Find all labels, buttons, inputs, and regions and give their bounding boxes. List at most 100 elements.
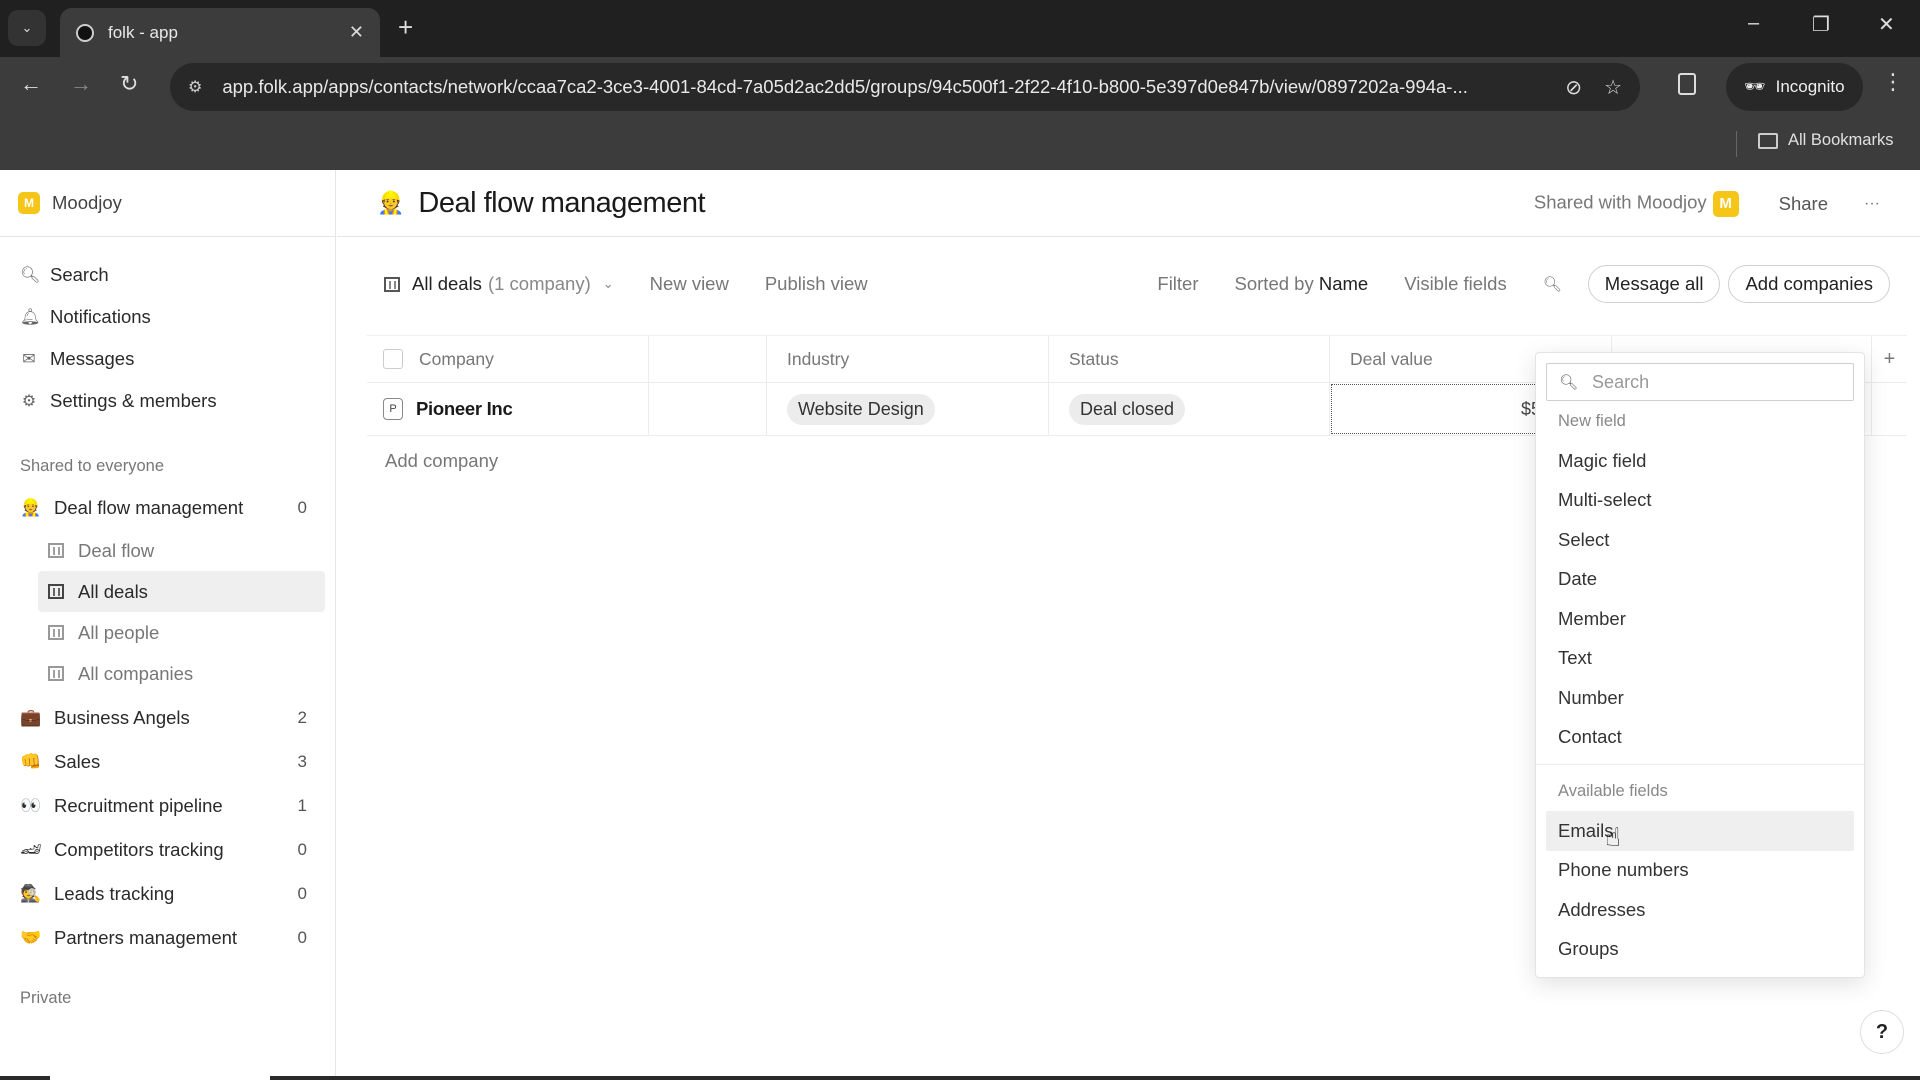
available-field-groups[interactable]: Groups: [1546, 930, 1854, 970]
shared-with-button[interactable]: Shared with Moodjoy M: [1533, 190, 1739, 217]
company-name[interactable]: Pioneer Inc: [416, 398, 513, 420]
group-count: 0: [297, 840, 307, 859]
group-partners-management[interactable]: 🤝 Partners management 0: [0, 916, 335, 960]
group-leads-tracking[interactable]: 🕵 Leads tracking 0: [0, 872, 335, 916]
field-search[interactable]: 🔍︎: [1546, 363, 1854, 401]
visible-fields-button[interactable]: Visible fields: [1404, 273, 1507, 295]
restore-icon[interactable]: ❐: [1812, 12, 1830, 37]
view-deal-flow[interactable]: Deal flow: [38, 530, 325, 571]
view-all-people[interactable]: All people: [38, 612, 325, 653]
new-view-button[interactable]: New view: [650, 273, 729, 295]
star-icon[interactable]: ☆: [1604, 75, 1622, 100]
help-button[interactable]: ?: [1860, 1010, 1904, 1054]
column-header-blank[interactable]: [649, 336, 767, 382]
blank-cell[interactable]: [649, 383, 767, 435]
workspace-switcher[interactable]: M Moodjoy: [0, 170, 335, 237]
shared-with-label: Shared with Moodjoy: [1533, 191, 1707, 212]
company-avatar: P: [383, 398, 403, 420]
share-button[interactable]: Share: [1779, 193, 1828, 215]
group-count: 1: [297, 796, 307, 815]
sidebar-item-label: Messages: [50, 348, 135, 369]
field-type-magic-field[interactable]: Magic field: [1546, 441, 1854, 481]
field-type-select[interactable]: Select: [1546, 520, 1854, 560]
browser-tab[interactable]: folk - app ✕: [60, 8, 380, 57]
eye-off-icon[interactable]: ⊘: [1565, 75, 1582, 100]
reload-icon[interactable]: ↻: [120, 71, 138, 97]
add-companies-button[interactable]: Add companies: [1728, 265, 1890, 303]
incognito-badge[interactable]: 🕶 Incognito: [1726, 63, 1863, 111]
view-all-deals[interactable]: All deals: [38, 571, 325, 612]
select-all-checkbox[interactable]: [383, 349, 403, 369]
search-icon[interactable]: 🔍︎: [1543, 275, 1562, 293]
all-bookmarks-button[interactable]: All Bookmarks: [1758, 131, 1893, 150]
address-bar[interactable]: ⚙ app.folk.app/apps/contacts/network/cca…: [170, 63, 1640, 111]
chevron-down-icon: ⌄: [602, 276, 614, 291]
chevron-down-icon: ⌄: [21, 20, 33, 35]
forward-icon[interactable]: →: [70, 71, 92, 97]
minimize-icon[interactable]: –: [1748, 12, 1759, 35]
field-type-member[interactable]: Member: [1546, 599, 1854, 639]
group-recruitment-pipeline[interactable]: 👀 Recruitment pipeline 1: [0, 784, 335, 828]
sidebar-item-notifications[interactable]: 🔔︎ Notifications: [0, 296, 335, 338]
group-competitors-tracking[interactable]: 🏎 Competitors tracking 0: [0, 828, 335, 872]
construction-worker-icon: 👷: [377, 190, 405, 215]
more-options-icon[interactable]: ···: [1864, 195, 1880, 213]
main-content: 👷 Deal flow management Shared with Moodj…: [337, 170, 1920, 1076]
add-company-button[interactable]: Add company: [385, 450, 498, 472]
sidebar-item-settings[interactable]: ⚙ Settings & members: [0, 380, 335, 422]
available-field-phone-numbers[interactable]: Phone numbers: [1546, 851, 1854, 891]
search-icon: 🔍︎: [1559, 374, 1579, 391]
field-type-number[interactable]: Number: [1546, 678, 1854, 718]
favicon-icon: [76, 23, 94, 42]
back-icon[interactable]: ←: [20, 71, 42, 97]
race-car-icon: 🏎: [20, 840, 42, 859]
sidebar-nav: 🔍︎ Search 🔔︎ Notifications ✉ Messages ⚙ …: [0, 237, 335, 422]
view-label: Deal flow: [78, 539, 155, 561]
publish-view-button[interactable]: Publish view: [765, 273, 868, 295]
tab-search-button[interactable]: ⌄: [8, 10, 46, 46]
site-info-icon[interactable]: ⚙: [188, 77, 202, 97]
available-field-addresses[interactable]: Addresses: [1546, 890, 1854, 930]
status-cell[interactable]: Deal closed: [1049, 383, 1330, 435]
field-search-input[interactable]: [1592, 371, 1833, 393]
fist-icon: 👊: [20, 752, 42, 771]
column-header-status[interactable]: Status: [1049, 336, 1330, 382]
field-type-text[interactable]: Text: [1546, 639, 1854, 679]
group-label: Sales: [54, 751, 101, 772]
all-bookmarks-label: All Bookmarks: [1788, 131, 1894, 149]
field-type-multi-select[interactable]: Multi-select: [1546, 481, 1854, 521]
group-sales[interactable]: 👊 Sales 3: [0, 740, 335, 784]
close-tab-icon[interactable]: ✕: [349, 22, 364, 43]
construction-worker-icon: 👷: [20, 498, 42, 517]
view-selector[interactable]: All deals (1 company) ⌄: [384, 273, 614, 295]
side-panel-icon[interactable]: [1678, 73, 1696, 95]
company-cell[interactable]: P Pioneer Inc: [367, 383, 649, 435]
shared-section-label: Shared to everyone: [20, 456, 165, 475]
group-deal-flow-management[interactable]: 👷 Deal flow management 0: [0, 486, 335, 530]
industry-cell[interactable]: Website Design: [767, 383, 1049, 435]
sidebar-item-label: Settings & members: [50, 390, 217, 411]
sidebar-item-search[interactable]: 🔍︎ Search: [0, 254, 335, 296]
table-icon: [48, 625, 64, 640]
filter-button[interactable]: Filter: [1157, 273, 1198, 295]
sidebar-item-messages[interactable]: ✉ Messages: [0, 338, 335, 380]
table-icon: [48, 584, 64, 599]
new-tab-button[interactable]: +: [398, 12, 413, 43]
browser-menu-icon[interactable]: ⋮: [1882, 69, 1904, 95]
view-all-companies[interactable]: All companies: [38, 653, 325, 694]
sort-button[interactable]: Sorted by Name: [1235, 273, 1369, 295]
available-field-emails[interactable]: Emails: [1546, 811, 1854, 851]
field-type-date[interactable]: Date: [1546, 560, 1854, 600]
eyes-icon: 👀: [20, 796, 42, 815]
kanban-icon: [48, 543, 64, 558]
field-type-contact[interactable]: Contact: [1546, 718, 1854, 758]
message-all-button[interactable]: Message all: [1587, 265, 1721, 303]
avatar: M: [1712, 190, 1739, 217]
toolbar-right: Filter Sorted by Name Visible fields 🔍︎ …: [1157, 237, 1890, 331]
column-header-company[interactable]: Company: [367, 336, 649, 382]
add-column-button[interactable]: +: [1872, 336, 1907, 382]
window-close-icon[interactable]: ✕: [1878, 12, 1895, 37]
group-business-angels[interactable]: 💼 Business Angels 2: [0, 696, 335, 740]
column-header-industry[interactable]: Industry: [767, 336, 1049, 382]
incognito-icon: 🕶: [1744, 77, 1766, 96]
